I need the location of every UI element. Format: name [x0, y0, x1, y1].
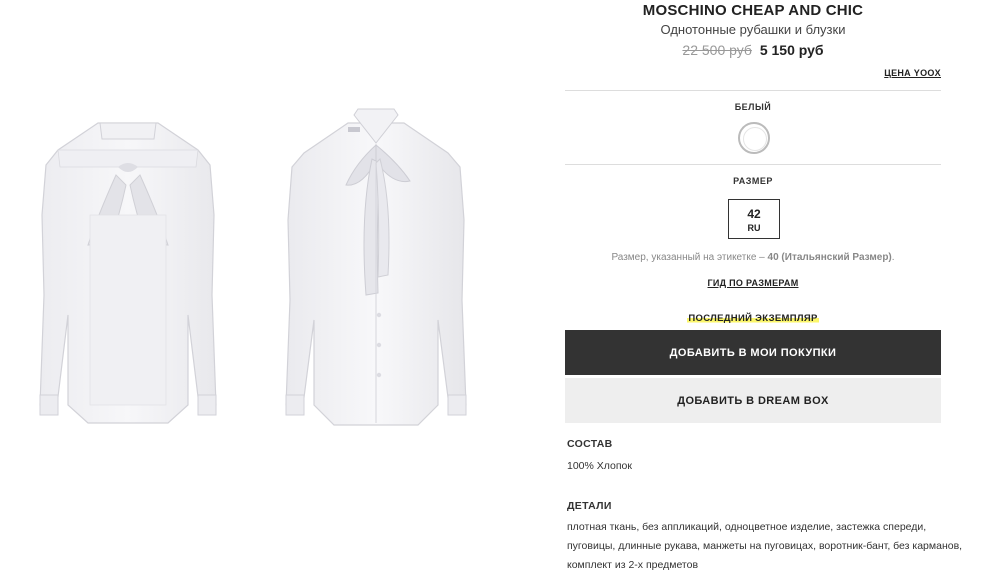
size-region: RU [747, 223, 761, 233]
details-line: плотная ткань, без аппликаций, одноцветн… [567, 521, 927, 533]
size-note-suffix: . [891, 252, 895, 263]
composition-title: СОСТАВ [567, 438, 613, 450]
details-line: комплект из 2-х предметов [567, 559, 699, 571]
size-note-bold: 40 (Итальянский Размер) [767, 252, 892, 263]
details-text: плотная ткань, без аппликаций, одноцветн… [567, 518, 997, 575]
color-label: БЕЛЫЙ [734, 102, 772, 112]
stock-notice: ПОСЛЕДНИЙ ЭКЗЕМПЛЯР [565, 308, 941, 326]
size-label: РАЗМЕР [733, 176, 773, 186]
divider [565, 164, 941, 165]
price-row: 22 500 руб 5 150 руб [565, 42, 941, 58]
blouse-front-image[interactable] [276, 105, 476, 450]
size-guide-link[interactable]: ГИД ПО РАЗМЕРАМ [565, 278, 941, 288]
price-old: 22 500 руб [682, 42, 752, 58]
color-swatch-white[interactable] [738, 122, 770, 154]
blouse-back-image[interactable] [28, 105, 228, 450]
size-note-prefix: Размер, указанный на этикетке – [611, 252, 768, 263]
yoox-price-link[interactable]: ЦЕНА YOOX [884, 68, 941, 78]
size-note: Размер, указанный на этикетке – 40 (Итал… [565, 252, 941, 263]
product-gallery [0, 0, 540, 575]
details-title: ДЕТАЛИ [567, 500, 612, 512]
brand-name[interactable]: MOSCHINO CHEAP AND CHIC [565, 0, 941, 19]
product-category: Однотонные рубашки и блузки [660, 22, 846, 37]
add-to-cart-button[interactable]: ДОБАВИТЬ В МОИ ПОКУПКИ [565, 330, 941, 375]
product-info-panel: MOSCHINO CHEAP AND CHIC Однотонные рубаш… [565, 0, 962, 575]
last-item-label: ПОСЛЕДНИЙ ЭКЗЕМПЛЯР [687, 313, 819, 324]
price-new: 5 150 руб [759, 42, 824, 58]
size-option-42[interactable]: 42 RU [728, 199, 780, 239]
divider [565, 90, 941, 91]
add-to-dream-box-button[interactable]: ДОБАВИТЬ В DREAM BOX [565, 378, 941, 423]
composition-text: 100% Хлопок [567, 460, 632, 472]
size-number: 42 [747, 207, 761, 221]
details-line: пуговицы, длинные рукава, манжеты на пуг… [567, 540, 963, 552]
